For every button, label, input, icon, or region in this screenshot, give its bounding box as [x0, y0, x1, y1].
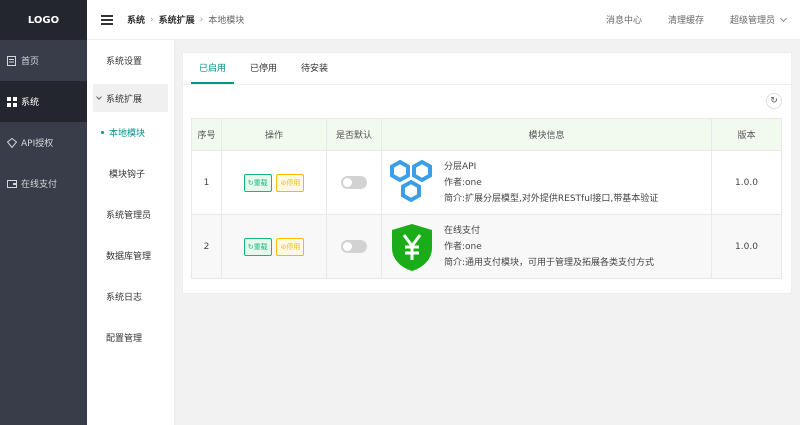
- row-number: 1: [191, 150, 222, 215]
- default-toggle[interactable]: [341, 176, 367, 189]
- module-table: 序号 操作 是否默认 模块信息 版本 1 ↻重载 ⊘停用 分层API 作者:on…: [191, 118, 782, 279]
- subnav-item-database[interactable]: 数据库管理: [87, 235, 174, 276]
- sidebar-item-payment[interactable]: 在线支付: [0, 163, 87, 204]
- reload-button[interactable]: ↻重载: [243, 237, 272, 256]
- tab-bar: 已启用 已停用 待安装: [183, 53, 791, 85]
- module-description: 简介:扩展分层模型,对外提供RESTful接口,带基本验证: [444, 193, 659, 204]
- clear-cache-link[interactable]: 清理缓存: [668, 13, 704, 26]
- breadcrumb-item[interactable]: 系统扩展: [159, 13, 195, 26]
- column-header: 序号: [191, 118, 222, 151]
- module-name: 分层API: [444, 161, 477, 172]
- sidebar-item-api[interactable]: API授权: [0, 122, 87, 163]
- yuan-shield-icon: [392, 223, 432, 271]
- column-header: 是否默认: [326, 118, 382, 151]
- module-card: 已启用 已停用 待安装 ↻ 序号 操作 是否默认 模块信息 版本 1 ↻重载 ⊘…: [182, 52, 792, 294]
- main-sidebar: LOGO 首页 系统 API授权 在线支付: [0, 0, 87, 425]
- module-name: 在线支付: [444, 225, 481, 236]
- breadcrumb-separator: ›: [150, 14, 154, 25]
- user-name: 超级管理员: [729, 16, 775, 26]
- menu-toggle-icon[interactable]: [101, 14, 113, 25]
- active-dot-icon: [101, 131, 104, 134]
- subnav-group-label: 系统扩展: [106, 94, 143, 105]
- module-version: 1.0.0: [711, 150, 782, 215]
- column-header: 版本: [711, 118, 782, 151]
- default-toggle[interactable]: [341, 240, 367, 253]
- file-icon: [6, 55, 17, 66]
- sidebar-item-label: API授权: [21, 139, 54, 149]
- breadcrumb-current: 本地模块: [208, 16, 245, 26]
- breadcrumb: 系统 › 系统扩展 › 本地模块: [127, 13, 245, 27]
- sub-sidebar: 系统设置 系统扩展 本地模块 模块钩子 系统管理员 数据库管理 系统日志 配置管…: [87, 40, 175, 425]
- top-header: 系统 › 系统扩展 › 本地模块 消息中心 清理缓存 超级管理员: [87, 0, 800, 40]
- refresh-icon[interactable]: ↻: [766, 93, 782, 109]
- column-header: 操作: [221, 118, 327, 151]
- module-author: 作者:one: [444, 241, 482, 252]
- module-author: 作者:one: [444, 177, 482, 188]
- chevron-down-icon: [779, 14, 788, 22]
- tab-pending[interactable]: 待安装: [293, 61, 336, 84]
- subnav-item-admins[interactable]: 系统管理员: [87, 194, 174, 235]
- subnav-item-local-modules[interactable]: 本地模块: [87, 112, 174, 153]
- subnav-item-module-hooks[interactable]: 模块钩子: [87, 153, 174, 194]
- breadcrumb-item[interactable]: 系统: [127, 13, 145, 26]
- chevron-down-icon: [96, 94, 102, 100]
- sidebar-item-label: 系统: [21, 98, 40, 108]
- user-menu[interactable]: 超级管理员: [729, 13, 788, 26]
- diamond-icon: [6, 137, 17, 148]
- hexagon-api-icon: [390, 159, 432, 202]
- stop-button[interactable]: ⊘停用: [276, 237, 305, 256]
- sidebar-item-system[interactable]: 系统: [0, 81, 87, 122]
- module-version: 1.0.0: [711, 214, 782, 279]
- subnav-item-label: 本地模块: [109, 129, 146, 139]
- column-header: 模块信息: [381, 118, 712, 151]
- grid-icon: [6, 96, 17, 107]
- subnav-group-system-extension[interactable]: 系统扩展: [93, 84, 168, 112]
- subnav-item-system-settings[interactable]: 系统设置: [87, 40, 174, 81]
- tab-enabled[interactable]: 已启用: [191, 61, 235, 84]
- stop-button[interactable]: ⊘停用: [276, 173, 305, 192]
- row-number: 2: [191, 214, 222, 279]
- subnav-item-logs[interactable]: 系统日志: [87, 276, 174, 317]
- message-center-link[interactable]: 消息中心: [606, 13, 642, 26]
- table-row: 2 ↻重载 ⊘停用 在线支付 作者:one 简介:通用支付模块，可用于管理及拓展…: [191, 214, 782, 279]
- sidebar-item-home[interactable]: 首页: [0, 40, 87, 81]
- tab-disabled[interactable]: 已停用: [242, 61, 285, 84]
- subnav-item-config[interactable]: 配置管理: [87, 317, 174, 358]
- wallet-icon: [6, 178, 17, 189]
- sidebar-item-label: 首页: [21, 57, 40, 67]
- logo: LOGO: [0, 0, 87, 40]
- breadcrumb-separator: ›: [199, 14, 204, 25]
- module-description: 简介:通用支付模块，可用于管理及拓展各类支付方式: [444, 257, 655, 268]
- sidebar-item-label: 在线支付: [21, 180, 58, 190]
- table-row: 1 ↻重载 ⊘停用 分层API 作者:one 简介:扩展分层模型,对外提供RES…: [191, 150, 782, 215]
- reload-button[interactable]: ↻重载: [243, 173, 272, 192]
